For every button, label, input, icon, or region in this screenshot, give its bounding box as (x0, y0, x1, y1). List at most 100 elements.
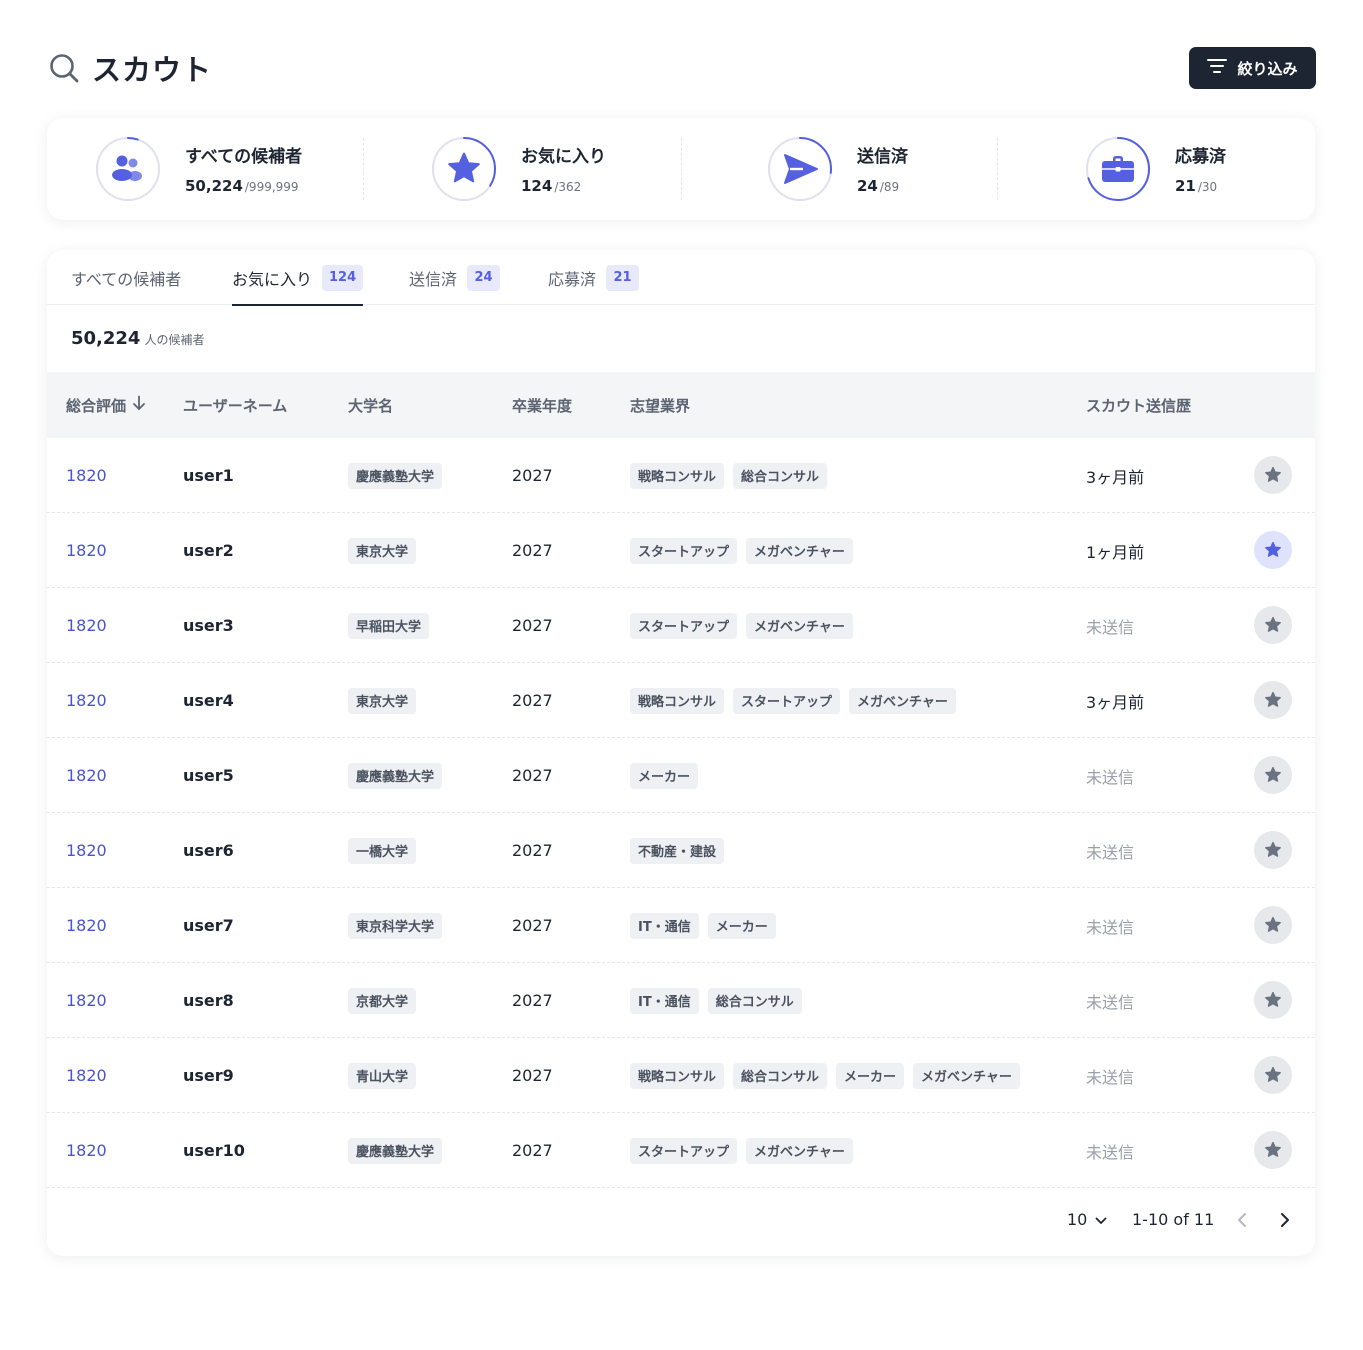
stat-progress-ring (768, 137, 832, 201)
stat-label: すべての候補者 (185, 147, 303, 167)
university-tag: 早稲田大学 (348, 612, 430, 639)
score-link[interactable]: 1820 (66, 1113, 107, 1188)
table-row[interactable]: 1820 user6 一橋大学 2027 不動産・建設 未送信 (47, 813, 1315, 888)
table-row[interactable]: 1820 user5 慶應義塾大学 2027 メーカー 未送信 (47, 738, 1315, 813)
username: user4 (183, 691, 234, 710)
username: user1 (183, 466, 234, 485)
stat-divider (997, 138, 998, 200)
scout-history: 未送信 (1086, 767, 1135, 787)
stat-progress-ring (1086, 137, 1150, 201)
score-link[interactable]: 1820 (66, 438, 107, 513)
graduation-year: 2027 (512, 841, 553, 860)
column-header-university: 大学名 (348, 396, 394, 415)
tab-count-badge: 21 (606, 264, 640, 291)
table-row[interactable]: 1820 user3 早稲田大学 2027 スタートアップ メガベンチャー 未送信 (47, 588, 1315, 663)
score-link[interactable]: 1820 (66, 588, 107, 663)
industry-tags: メーカー (630, 738, 707, 813)
star-icon (1265, 466, 1281, 482)
tab-applied[interactable]: 応募済 21 (548, 250, 640, 305)
table-row[interactable]: 1820 user8 京都大学 2027 IT・通信 総合コンサル 未送信 (47, 963, 1315, 1038)
favorite-button[interactable] (1254, 906, 1292, 944)
scout-history: 未送信 (1086, 1142, 1135, 1162)
favorite-button[interactable] (1254, 981, 1292, 1019)
filter-button[interactable]: 絞り込み (1189, 47, 1316, 89)
scout-history: 未送信 (1086, 992, 1135, 1012)
star-icon (1265, 991, 1281, 1007)
graduation-year: 2027 (512, 541, 553, 560)
industry-tag: メガベンチャー (746, 1137, 853, 1164)
column-header-score[interactable]: 総合評価 (66, 372, 146, 438)
page-range: 1-10 of 11 (1132, 1210, 1215, 1229)
score-link[interactable]: 1820 (66, 813, 107, 888)
scout-history: 3ヶ月前 (1086, 467, 1145, 487)
favorite-button[interactable] (1254, 606, 1292, 644)
stat-label: お気に入り (521, 147, 606, 167)
industry-tag: 総合コンサル (733, 462, 828, 489)
favorite-button[interactable] (1254, 531, 1292, 569)
table-row[interactable]: 1820 user2 東京大学 2027 スタートアップ メガベンチャー 1ヶ月前 (47, 513, 1315, 588)
rows-per-page-value: 10 (1067, 1210, 1088, 1229)
score-link[interactable]: 1820 (66, 1038, 107, 1113)
rows-per-page-select[interactable]: 10 (1067, 1210, 1107, 1229)
scout-history: 3ヶ月前 (1086, 692, 1145, 712)
tab-all-candidates[interactable]: すべての候補者 (71, 250, 181, 305)
industry-tags: 戦略コンサル スタートアップ メガベンチャー (630, 663, 965, 738)
favorite-button[interactable] (1254, 1056, 1292, 1094)
university-tag: 東京大学 (348, 537, 417, 564)
scout-history: 未送信 (1086, 842, 1135, 862)
industry-tags: スタートアップ メガベンチャー (630, 513, 862, 588)
university-tag: 東京大学 (348, 687, 417, 714)
tab-sent[interactable]: 送信済 24 (409, 250, 501, 305)
graduation-year: 2027 (512, 1066, 553, 1085)
stat-value: 50,224/999,999 (185, 177, 299, 195)
filter-icon (1207, 58, 1237, 78)
page-title: スカウト (92, 53, 213, 87)
tab-favorites[interactable]: お気に入り 124 (232, 250, 364, 306)
stat-label: 応募済 (1175, 147, 1226, 167)
column-header-industries: 志望業界 (630, 396, 691, 415)
chevron-left-icon (1237, 1212, 1247, 1232)
username: user3 (183, 616, 234, 635)
stat-progress-ring (96, 137, 160, 201)
briefcase-icon (1102, 156, 1134, 182)
university-tag: 東京科学大学 (348, 912, 443, 939)
industry-tag: メガベンチャー (746, 537, 853, 564)
favorite-button[interactable] (1254, 756, 1292, 794)
page-header: スカウト 絞り込み (48, 46, 1316, 90)
table-row[interactable]: 1820 user9 青山大学 2027 戦略コンサル 総合コンサル メーカー メガベンチャー… (47, 1038, 1315, 1113)
score-link[interactable]: 1820 (66, 738, 107, 813)
table-row[interactable]: 1820 user10 慶應義塾大学 2027 スタートアップ メガベンチャー 未送信 (47, 1113, 1315, 1188)
industry-tags: スタートアップ メガベンチャー (630, 1113, 862, 1188)
favorite-button[interactable] (1254, 681, 1292, 719)
favorite-button[interactable] (1254, 831, 1292, 869)
star-icon (448, 152, 480, 183)
username: user10 (183, 1141, 245, 1160)
score-link[interactable]: 1820 (66, 888, 107, 963)
table-row[interactable]: 1820 user7 東京科学大学 2027 IT・通信 メーカー 未送信 (47, 888, 1315, 963)
tab-bar: すべての候補者 お気に入り 124 送信済 24 応募済 21 (47, 250, 1315, 306)
industry-tag: メーカー (707, 912, 776, 939)
next-page-button[interactable] (1272, 1207, 1298, 1237)
tab-label: すべての候補者 (71, 269, 182, 289)
stat-divider (363, 138, 364, 200)
industry-tag: メーカー (630, 762, 699, 789)
star-icon (1265, 766, 1281, 782)
table-row[interactable]: 1820 user4 東京大学 2027 戦略コンサル スタートアップ メガベンチャー 3ヶ月… (47, 663, 1315, 738)
title-group: スカウト (48, 46, 212, 90)
table-row[interactable]: 1820 user1 慶應義塾大学 2027 戦略コンサル 総合コンサル 3ヶ月前 (47, 438, 1315, 513)
score-link[interactable]: 1820 (66, 513, 107, 588)
score-link[interactable]: 1820 (66, 963, 107, 1038)
stats-card: すべての候補者 50,224/999,999 お気に入り 124/362 送信済… (47, 118, 1315, 220)
industry-tag: メーカー (836, 1062, 905, 1089)
star-icon (1265, 616, 1281, 632)
chevron-right-icon (1280, 1212, 1290, 1232)
favorite-button[interactable] (1254, 456, 1292, 494)
stat-divider (681, 138, 682, 200)
score-link[interactable]: 1820 (66, 663, 107, 738)
favorite-button[interactable] (1254, 1131, 1292, 1169)
prev-page-button[interactable] (1229, 1207, 1255, 1237)
column-header-graduation-year: 卒業年度 (512, 396, 573, 415)
star-icon (1265, 691, 1281, 707)
industry-tag: スタートアップ (630, 612, 738, 639)
table-header: 総合評価 ユーザーネーム 大学名 卒業年度 志望業界 スカウト送信歴 (47, 372, 1315, 438)
